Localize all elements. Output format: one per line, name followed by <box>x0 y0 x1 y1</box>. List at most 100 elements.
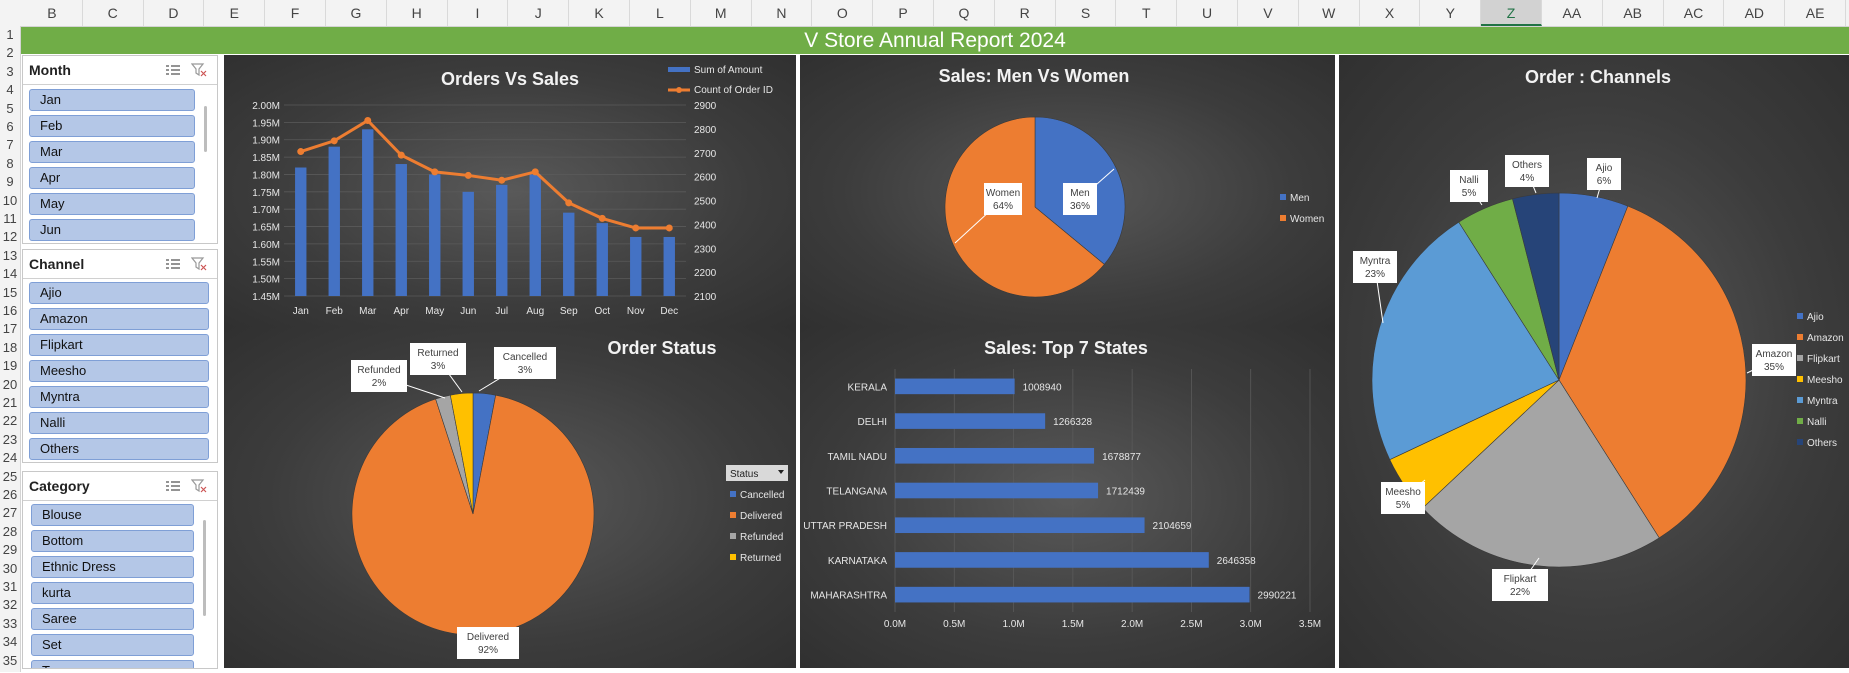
slicer-item-saree[interactable]: Saree <box>31 608 194 630</box>
row-header-6[interactable]: 6 <box>0 118 20 136</box>
row-header-21[interactable]: 21 <box>0 394 20 412</box>
column-header-h[interactable]: H <box>387 0 448 26</box>
row-header-9[interactable]: 9 <box>0 173 20 191</box>
column-header-ae[interactable]: AE <box>1785 0 1846 26</box>
column-header-q[interactable]: Q <box>934 0 995 26</box>
row-header-8[interactable]: 8 <box>0 155 20 173</box>
row-header-14[interactable]: 14 <box>0 265 20 283</box>
slicer-item-jan[interactable]: Jan <box>29 89 195 111</box>
slicer-item-bottom[interactable]: Bottom <box>31 530 194 552</box>
slicer-item-ajio[interactable]: Ajio <box>29 282 209 304</box>
row-header-15[interactable]: 15 <box>0 284 20 302</box>
column-header-t[interactable]: T <box>1116 0 1178 26</box>
row-header-13[interactable]: 13 <box>0 247 20 265</box>
column-header-z[interactable]: Z <box>1481 0 1542 26</box>
channel-slicer[interactable]: Channel Ajio Amazon Flipkart Meesho Myntra Na… <box>22 249 218 463</box>
slicer-item-may[interactable]: May <box>29 193 195 215</box>
column-header-w[interactable]: W <box>1299 0 1360 26</box>
row-header-23[interactable]: 23 <box>0 431 20 449</box>
column-header-g[interactable]: G <box>326 0 387 26</box>
clear-filter-icon[interactable] <box>191 257 207 271</box>
category-slicer[interactable]: Category Blouse Bottom Ethnic Dress kurta Sa… <box>22 471 218 669</box>
order-status-panel[interactable]: Order Status Cancelled 3% Delivered 92% Refun… <box>224 327 796 668</box>
column-header-i[interactable]: I <box>448 0 509 26</box>
column-header-f[interactable]: F <box>265 0 326 26</box>
column-header-bar[interactable]: B C D E F G H I J K L M N O P Q R S T U V W X Y Z AA AB AC AD AE <box>0 0 1849 27</box>
row-header-22[interactable]: 22 <box>0 412 20 430</box>
order-channels-panel[interactable]: Order : Channels Ajio 6% Amazon 35% Flipkart 2… <box>1339 55 1849 668</box>
slicer-item-nalli[interactable]: Nalli <box>29 412 209 434</box>
clear-filter-icon[interactable] <box>191 479 207 493</box>
category-slicer-scrollbar[interactable] <box>203 520 206 616</box>
orders-vs-sales-panel[interactable]: Orders Vs Sales 1.45M 1.50M 1.55M 1.60M 1.65M… <box>224 55 796 327</box>
row-header-30[interactable]: 30 <box>0 560 20 578</box>
column-header-ad[interactable]: AD <box>1724 0 1786 26</box>
multi-select-icon[interactable] <box>165 257 181 271</box>
row-header-12[interactable]: 12 <box>0 228 20 246</box>
row-header-32[interactable]: 32 <box>0 596 20 614</box>
row-header-24[interactable]: 24 <box>0 449 20 467</box>
slicer-item-kurta[interactable]: kurta <box>31 582 194 604</box>
slicer-item-mar[interactable]: Mar <box>29 141 195 163</box>
column-header-p[interactable]: P <box>873 0 934 26</box>
slicer-item-jun[interactable]: Jun <box>29 219 195 241</box>
clear-filter-icon[interactable] <box>191 63 207 77</box>
slicer-item-feb[interactable]: Feb <box>29 115 195 137</box>
row-header-33[interactable]: 33 <box>0 615 20 633</box>
row-header-18[interactable]: 18 <box>0 339 20 357</box>
row-header-34[interactable]: 34 <box>0 633 20 651</box>
column-header-c[interactable]: C <box>83 0 144 26</box>
row-header-2[interactable]: 2 <box>0 44 20 62</box>
row-header-20[interactable]: 20 <box>0 376 20 394</box>
row-header-5[interactable]: 5 <box>0 100 20 118</box>
column-header-o[interactable]: O <box>812 0 874 26</box>
row-header-25[interactable]: 25 <box>0 468 20 486</box>
row-header-35[interactable]: 35 <box>0 652 20 670</box>
row-header-1[interactable]: 1 <box>0 26 20 44</box>
slicer-item-amazon[interactable]: Amazon <box>29 308 209 330</box>
column-header-ab[interactable]: AB <box>1603 0 1664 26</box>
row-header-bar[interactable]: 1 2 3 4 5 6 7 8 9 10 11 12 13 14 15 16 17 18 19 20 21 22 23 24 2… <box>0 26 21 672</box>
column-header-x[interactable]: X <box>1360 0 1421 26</box>
column-header-e[interactable]: E <box>204 0 266 26</box>
column-header-d[interactable]: D <box>144 0 205 26</box>
column-header-u[interactable]: U <box>1177 0 1238 26</box>
slicer-item-apr[interactable]: Apr <box>29 167 195 189</box>
slicer-item-myntra[interactable]: Myntra <box>29 386 209 408</box>
column-header-k[interactable]: K <box>569 0 630 26</box>
row-header-10[interactable]: 10 <box>0 192 20 210</box>
column-header-v[interactable]: V <box>1238 0 1299 26</box>
slicer-item-set[interactable]: Set <box>31 634 194 656</box>
row-header-19[interactable]: 19 <box>0 357 20 375</box>
row-header-17[interactable]: 17 <box>0 320 20 338</box>
slicer-item-top[interactable]: Top <box>31 660 194 668</box>
row-header-7[interactable]: 7 <box>0 136 20 154</box>
row-header-16[interactable]: 16 <box>0 302 20 320</box>
column-header-s[interactable]: S <box>1056 0 1117 26</box>
row-header-3[interactable]: 3 <box>0 63 20 81</box>
row-header-28[interactable]: 28 <box>0 523 20 541</box>
slicer-item-ethnic-dress[interactable]: Ethnic Dress <box>31 556 194 578</box>
column-header-n[interactable]: N <box>752 0 813 26</box>
row-header-11[interactable]: 11 <box>0 210 20 228</box>
multi-select-icon[interactable] <box>165 63 181 77</box>
row-header-4[interactable]: 4 <box>0 81 20 99</box>
slicer-item-blouse[interactable]: Blouse <box>31 504 194 526</box>
column-header-aa[interactable]: AA <box>1542 0 1603 26</box>
column-header-l[interactable]: L <box>630 0 691 26</box>
row-header-27[interactable]: 27 <box>0 504 20 522</box>
month-slicer-scrollbar[interactable] <box>204 106 207 152</box>
slicer-item-others[interactable]: Others <box>29 438 209 460</box>
slicer-item-meesho[interactable]: Meesho <box>29 360 209 382</box>
column-header-y[interactable]: Y <box>1420 0 1482 26</box>
column-header-ac[interactable]: AC <box>1664 0 1725 26</box>
top-states-panel[interactable]: Sales: Top 7 States 0.0M 0.5M 1.0M 1.5M 2.0M 2… <box>800 327 1335 668</box>
multi-select-icon[interactable] <box>165 479 181 493</box>
row-header-29[interactable]: 29 <box>0 541 20 559</box>
row-header-26[interactable]: 26 <box>0 486 20 504</box>
men-vs-women-panel[interactable]: Sales: Men Vs Women Men 36% Women 64% Men Wome… <box>800 55 1335 327</box>
column-header-m[interactable]: M <box>691 0 752 26</box>
column-header-r[interactable]: R <box>995 0 1056 26</box>
column-header-j[interactable]: J <box>508 0 570 26</box>
slicer-item-flipkart[interactable]: Flipkart <box>29 334 209 356</box>
